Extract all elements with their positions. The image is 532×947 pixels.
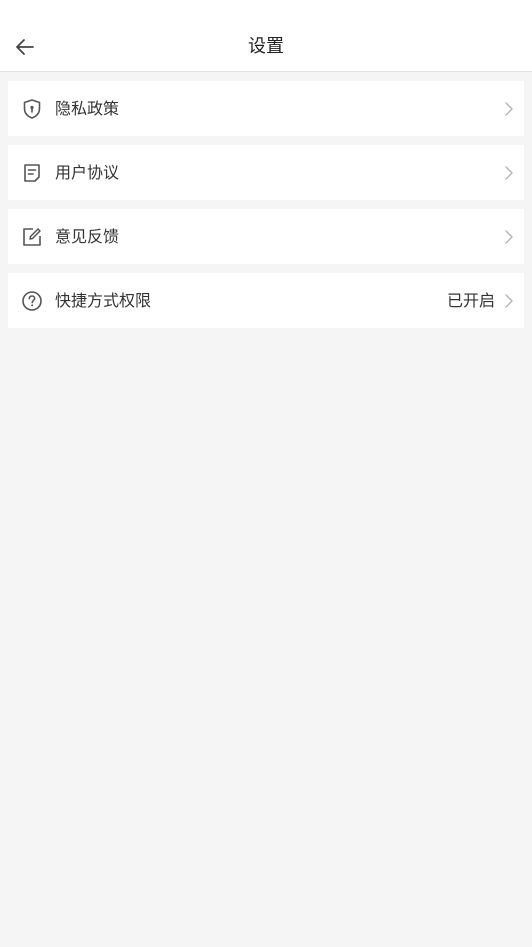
chevron-right-icon [502,228,516,246]
feedback-item[interactable]: 意见反馈 [8,209,524,264]
privacy-policy-item[interactable]: 隐私政策 [8,81,524,136]
chevron-right-icon [502,164,516,182]
page-title: 设置 [248,36,284,57]
shortcut-permission-label: 快捷方式权限 [55,291,152,310]
user-agreement-item[interactable]: 用户协议 [8,145,524,200]
document-icon [20,161,44,185]
top-bar: 设置 [0,0,532,72]
shortcut-permission-item[interactable]: 快捷方式权限 已开启 [8,273,524,328]
user-agreement-label: 用户协议 [55,163,120,182]
settings-list: 隐私政策 用户协议 意见反馈 快捷方式权限 已开启 [8,81,524,337]
chevron-right-icon [502,292,516,310]
shield-icon [20,97,44,121]
settings-page: 设置 隐私政策 用户协议 意见反馈 快捷方式权限 已开启 [0,0,532,947]
edit-icon [20,225,44,249]
question-circle-icon [20,289,44,313]
chevron-right-icon [502,100,516,118]
privacy-policy-label: 隐私政策 [55,99,120,118]
shortcut-permission-status: 已开启 [446,291,495,310]
feedback-label: 意见反馈 [55,227,120,246]
